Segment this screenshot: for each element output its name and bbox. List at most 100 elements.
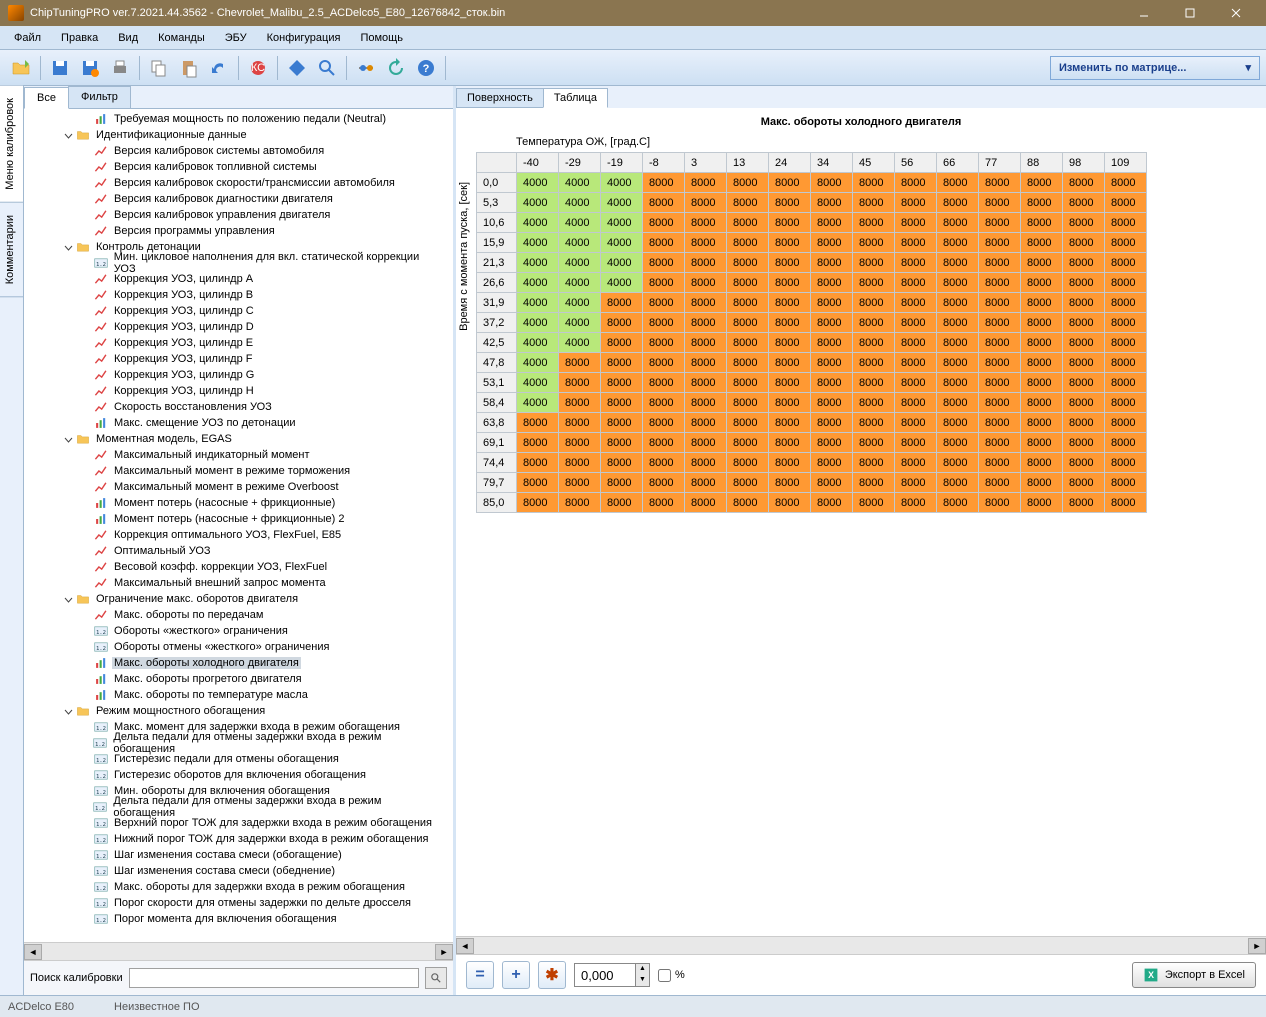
data-cell[interactable]: 8000 [937, 173, 979, 193]
data-cell[interactable]: 8000 [853, 473, 895, 493]
data-cell[interactable]: 8000 [685, 193, 727, 213]
row-header[interactable]: 15,9 [477, 233, 517, 253]
data-cell[interactable]: 8000 [853, 293, 895, 313]
tree-item[interactable]: Весовой коэфф. коррекции УОЗ, FlexFuel [24, 559, 453, 575]
data-cell[interactable]: 8000 [937, 213, 979, 233]
data-cell[interactable]: 8000 [517, 433, 559, 453]
data-cell[interactable]: 4000 [517, 233, 559, 253]
data-cell[interactable]: 8000 [1063, 173, 1105, 193]
menu-помощь[interactable]: Помощь [352, 29, 411, 47]
data-cell[interactable]: 8000 [685, 353, 727, 373]
tab-table[interactable]: Таблица [543, 88, 608, 108]
tree-folder[interactable]: Моментная модель, EGAS [24, 431, 453, 447]
scroll-right-icon[interactable]: ► [1248, 938, 1266, 954]
data-cell[interactable]: 4000 [601, 273, 643, 293]
data-cell[interactable]: 8000 [895, 313, 937, 333]
data-cell[interactable]: 8000 [937, 333, 979, 353]
data-cell[interactable]: 8000 [601, 473, 643, 493]
data-cell[interactable]: 8000 [937, 313, 979, 333]
data-cell[interactable]: 8000 [979, 253, 1021, 273]
col-header[interactable]: 34 [811, 153, 853, 173]
data-cell[interactable]: 8000 [937, 193, 979, 213]
data-cell[interactable]: 8000 [685, 373, 727, 393]
data-cell[interactable]: 8000 [979, 333, 1021, 353]
data-cell[interactable]: 8000 [1063, 213, 1105, 233]
data-cell[interactable]: 8000 [727, 433, 769, 453]
data-cell[interactable]: 8000 [769, 253, 811, 273]
data-cell[interactable]: 4000 [517, 293, 559, 313]
data-cell[interactable]: 4000 [517, 373, 559, 393]
menu-вид[interactable]: Вид [110, 29, 146, 47]
col-header[interactable]: -40 [517, 153, 559, 173]
data-cell[interactable]: 8000 [769, 193, 811, 213]
data-cell[interactable]: 8000 [1063, 493, 1105, 513]
data-cell[interactable]: 8000 [811, 193, 853, 213]
data-cell[interactable]: 8000 [559, 393, 601, 413]
tree-item[interactable]: 1.2Порог момента для включения обогащени… [24, 911, 453, 927]
data-cell[interactable]: 8000 [811, 433, 853, 453]
search-go-button[interactable] [425, 967, 447, 989]
data-cell[interactable]: 8000 [559, 353, 601, 373]
data-cell[interactable]: 4000 [517, 173, 559, 193]
data-cell[interactable]: 8000 [895, 173, 937, 193]
tree-folder[interactable]: Режим мощностного обогащения [24, 703, 453, 719]
data-cell[interactable]: 8000 [685, 393, 727, 413]
close-button[interactable] [1214, 0, 1258, 26]
data-cell[interactable]: 8000 [895, 213, 937, 233]
data-cell[interactable]: 8000 [643, 413, 685, 433]
search-button[interactable] [313, 54, 341, 82]
matrix-dropdown[interactable]: Изменить по матрице... ▾ [1050, 56, 1260, 80]
data-cell[interactable]: 8000 [559, 373, 601, 393]
row-header[interactable]: 37,2 [477, 313, 517, 333]
row-header[interactable]: 85,0 [477, 493, 517, 513]
data-cell[interactable]: 4000 [559, 173, 601, 193]
data-cell[interactable]: 8000 [853, 413, 895, 433]
tree-item[interactable]: 1.2Шаг изменения состава смеси (обогащен… [24, 847, 453, 863]
data-cell[interactable]: 8000 [517, 493, 559, 513]
menu-команды[interactable]: Команды [150, 29, 213, 47]
data-cell[interactable]: 8000 [895, 393, 937, 413]
tree-toggle-icon[interactable] [62, 241, 74, 253]
data-cell[interactable]: 8000 [811, 253, 853, 273]
data-cell[interactable]: 8000 [1105, 353, 1147, 373]
tree-item[interactable]: Версия калибровок топливной системы [24, 159, 453, 175]
data-cell[interactable]: 8000 [685, 173, 727, 193]
row-header[interactable]: 31,9 [477, 293, 517, 313]
col-header[interactable]: 109 [1105, 153, 1147, 173]
data-cell[interactable]: 8000 [643, 333, 685, 353]
tree-item[interactable]: 1.2Мин. цикловое наполнения для вкл. ста… [24, 255, 453, 271]
data-cell[interactable]: 8000 [853, 453, 895, 473]
col-header[interactable]: 13 [727, 153, 769, 173]
row-header[interactable]: 0,0 [477, 173, 517, 193]
spinner-up[interactable]: ▲ [635, 964, 649, 975]
tree-item[interactable]: Скорость восстановления УОЗ [24, 399, 453, 415]
data-cell[interactable]: 8000 [601, 293, 643, 313]
data-cell[interactable]: 8000 [1021, 233, 1063, 253]
data-cell[interactable]: 8000 [979, 473, 1021, 493]
data-cell[interactable]: 8000 [1105, 213, 1147, 233]
data-cell[interactable]: 8000 [1063, 273, 1105, 293]
data-cell[interactable]: 8000 [517, 473, 559, 493]
data-cell[interactable]: 8000 [727, 253, 769, 273]
data-cell[interactable]: 8000 [895, 333, 937, 353]
data-cell[interactable]: 4000 [517, 313, 559, 333]
data-cell[interactable]: 8000 [1021, 253, 1063, 273]
data-cell[interactable]: 8000 [979, 313, 1021, 333]
data-cell[interactable]: 8000 [1021, 393, 1063, 413]
tree-item[interactable]: Требуемая мощность по положению педали (… [24, 111, 453, 127]
data-cell[interactable]: 4000 [517, 273, 559, 293]
data-cell[interactable]: 8000 [727, 353, 769, 373]
data-cell[interactable]: 8000 [853, 373, 895, 393]
equal-button[interactable]: = [466, 961, 494, 989]
save-button[interactable] [46, 54, 74, 82]
tree-item[interactable]: Версия калибровок скорости/трансмиссии а… [24, 175, 453, 191]
data-cell[interactable]: 8000 [979, 273, 1021, 293]
data-cell[interactable]: 8000 [853, 493, 895, 513]
tab-filter[interactable]: Фильтр [68, 86, 131, 108]
scroll-left-icon[interactable]: ◄ [24, 944, 42, 960]
data-cell[interactable]: 8000 [643, 213, 685, 233]
tree-item[interactable]: Максимальный внешний запрос момента [24, 575, 453, 591]
col-header[interactable]: 3 [685, 153, 727, 173]
data-cell[interactable]: 8000 [769, 493, 811, 513]
help-button[interactable]: ? [412, 54, 440, 82]
